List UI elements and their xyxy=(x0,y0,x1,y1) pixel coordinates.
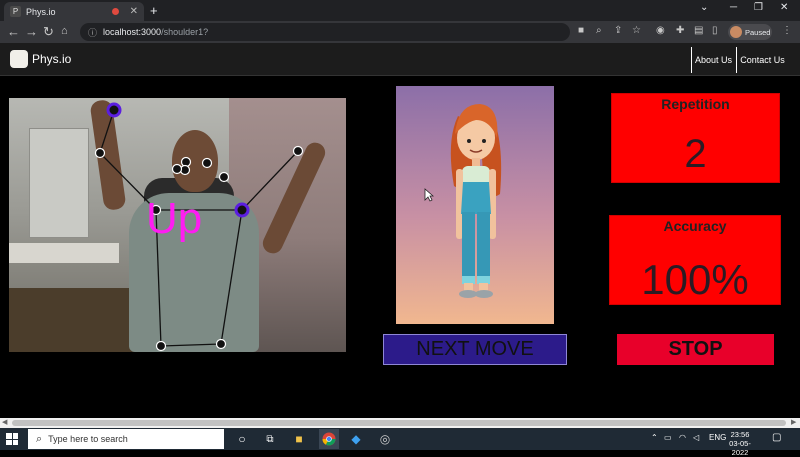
volume-icon[interactable]: ◁ xyxy=(693,433,699,442)
star-icon[interactable]: ☆ xyxy=(632,25,641,36)
tab-favicon-icon: P xyxy=(10,6,21,17)
brand-logo-icon xyxy=(10,50,28,68)
stop-button[interactable]: STOP xyxy=(617,334,774,365)
profile-button[interactable]: Paused xyxy=(728,24,772,40)
repetition-value: 2 xyxy=(684,132,707,176)
next-move-button[interactable]: NEXT MOVE xyxy=(383,334,567,365)
file-explorer-icon[interactable]: ■ xyxy=(291,431,307,447)
wifi-icon[interactable]: ◠ xyxy=(679,433,686,442)
nav-about-us[interactable]: About Us xyxy=(691,47,735,73)
pose-direction-label: Up xyxy=(146,194,203,243)
browser-tabstrip: P Phys.io ✕ + ⌄ ─ ❐ ✕ xyxy=(0,0,800,21)
accuracy-value: 100% xyxy=(641,256,749,303)
browser-toolbar: ← → ↻ ⌂ ⓘ localhost:3000 /shoulder1? ■ ⌕… xyxy=(0,21,800,43)
repetition-card: Repetition 2 xyxy=(611,93,780,183)
taskbar-clock[interactable]: 23:56 03-05-2022 xyxy=(722,430,758,457)
horizontal-scrollbar[interactable]: ◀ ▶ xyxy=(0,418,800,428)
repetition-title: Repetition xyxy=(661,96,730,112)
forward-icon[interactable]: → xyxy=(25,24,38,39)
search-icon: ⌕ xyxy=(36,432,43,445)
accuracy-card: Accuracy 100% xyxy=(609,215,781,305)
notification-icon[interactable]: ▢ xyxy=(772,432,781,443)
maximize-icon[interactable]: ❐ xyxy=(754,2,763,13)
taskbar-search-placeholder: Type here to search xyxy=(48,434,128,444)
url-host: localhost:3000 xyxy=(103,27,162,37)
brand-name[interactable]: Phys.io xyxy=(32,52,71,66)
tab-close-icon[interactable]: ✕ xyxy=(130,6,138,17)
tab-list-icon[interactable]: ▤ xyxy=(694,25,703,36)
clock-date: 03-05-2022 xyxy=(729,439,751,457)
chrome-icon[interactable] xyxy=(319,429,339,449)
tab-title: Phys.io xyxy=(26,6,56,17)
tray-overflow-icon[interactable]: ⌃ xyxy=(651,433,658,442)
extension-icon[interactable]: ✚ xyxy=(676,25,684,36)
url-path: /shoulder1? xyxy=(161,27,209,37)
zoom-icon[interactable]: ⌕ xyxy=(596,25,602,36)
accuracy-title: Accuracy xyxy=(663,218,727,234)
minimize-icon[interactable]: ─ xyxy=(730,2,737,13)
tray-app-icon[interactable]: ▭ xyxy=(664,433,672,442)
browser-tab[interactable]: P Phys.io ✕ xyxy=(4,2,144,21)
vscode-icon[interactable]: ◆ xyxy=(348,431,364,447)
nav-contact-us[interactable]: Contact Us xyxy=(736,47,788,73)
taskbar-search[interactable]: ⌕ Type here to search xyxy=(28,429,224,449)
clock-time: 23:56 xyxy=(730,430,750,439)
tab-search-icon[interactable]: ⌄ xyxy=(700,2,708,13)
back-icon[interactable]: ← xyxy=(7,24,20,39)
chrome-logo-icon xyxy=(322,432,336,446)
scroll-right-icon[interactable]: ▶ xyxy=(791,418,796,426)
screenshot-icon[interactable]: ◉ xyxy=(656,25,665,36)
scroll-left-icon[interactable]: ◀ xyxy=(2,418,7,426)
sidebar-icon[interactable]: ▯ xyxy=(712,25,718,36)
profile-status: Paused xyxy=(745,27,771,37)
share-icon[interactable]: ⇪ xyxy=(614,25,622,36)
avatar xyxy=(730,26,742,38)
cortana-icon[interactable]: ○ xyxy=(234,431,250,447)
cursor-icon xyxy=(424,188,434,202)
app-icon[interactable]: ◎ xyxy=(377,431,393,447)
address-bar[interactable]: ⓘ localhost:3000 /shoulder1? xyxy=(80,23,570,41)
recording-indicator-icon xyxy=(111,8,119,15)
windows-start-icon[interactable] xyxy=(6,433,18,445)
task-view-icon[interactable]: ⧉ xyxy=(262,431,278,447)
new-tab-button[interactable]: + xyxy=(150,3,158,18)
window-close-icon[interactable]: ✕ xyxy=(780,2,788,13)
lock-icon: ⓘ xyxy=(88,27,98,38)
scrollbar-thumb[interactable] xyxy=(12,420,786,426)
reload-icon[interactable]: ↻ xyxy=(43,24,54,40)
windows-taskbar: ⌕ Type here to search ○ ⧉ ■ ◆ ◎ ⌃ ▭ ◠ ◁ … xyxy=(0,428,800,457)
camera-icon[interactable]: ■ xyxy=(578,25,584,36)
app-header: Phys.io About Us Contact Us xyxy=(0,43,800,76)
reference-figure-panel xyxy=(396,86,554,324)
reference-cartoon-figure xyxy=(450,104,502,298)
home-icon[interactable]: ⌂ xyxy=(61,25,68,37)
menu-icon[interactable]: ⋮ xyxy=(782,25,792,36)
